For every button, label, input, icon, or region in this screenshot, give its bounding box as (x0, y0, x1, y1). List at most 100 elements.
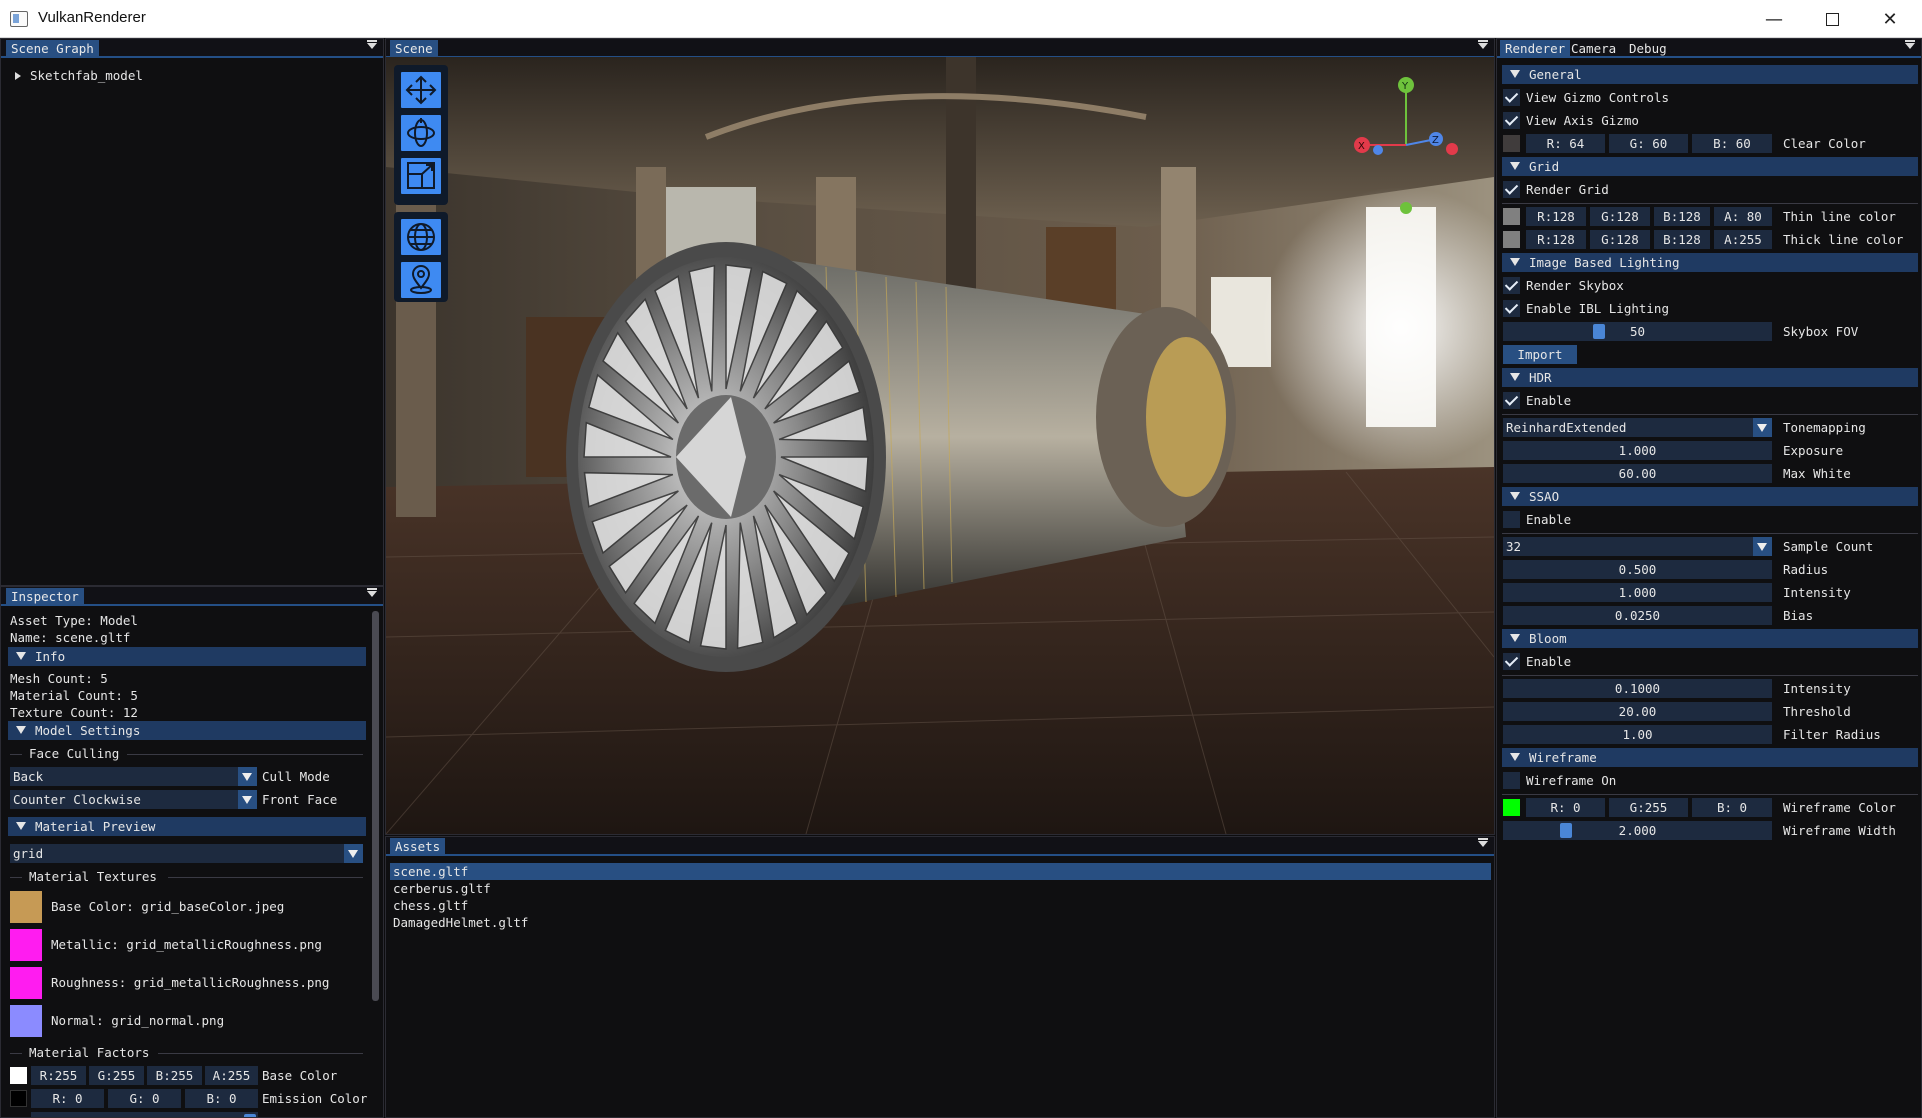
ssao-enable-checkbox[interactable] (1503, 511, 1520, 528)
view-gizmo-controls-checkbox[interactable] (1503, 89, 1520, 106)
thick-line-b-field[interactable]: B:128 (1654, 230, 1710, 249)
bloom-filter-radius-field[interactable]: 1.00 (1503, 725, 1772, 744)
clear-color-g-field[interactable]: G: 60 (1609, 134, 1688, 153)
maximize-button[interactable] (1803, 0, 1861, 38)
max-white-field[interactable]: 60.00 (1503, 464, 1772, 483)
tree-node-sketchfab-model[interactable]: Sketchfab_model (15, 66, 143, 85)
bloom-header[interactable]: Bloom (1502, 629, 1918, 648)
hdr-header[interactable]: HDR (1502, 368, 1918, 387)
wireframe-width-slider-grab[interactable] (1559, 823, 1572, 838)
close-button[interactable]: ✕ (1861, 0, 1919, 38)
model-settings-header[interactable]: Model Settings (8, 721, 366, 740)
material-preview-header[interactable]: Material Preview (8, 817, 366, 836)
skybox-fov-slider[interactable]: 50 (1503, 322, 1772, 341)
scene-viewport[interactable]: Y X Z (386, 57, 1494, 834)
panel-menu-icon[interactable] (1478, 838, 1488, 847)
base-color-swatch[interactable] (10, 1067, 27, 1084)
thick-line-a-field[interactable]: A:255 (1714, 230, 1772, 249)
wireframe-r-field[interactable]: R: 0 (1526, 798, 1605, 817)
tab-scene[interactable]: Scene (390, 40, 438, 57)
rotate-icon[interactable] (399, 113, 443, 153)
wireframe-header[interactable]: Wireframe (1502, 748, 1918, 767)
clear-color-swatch[interactable] (1503, 135, 1520, 152)
front-face-select[interactable]: Counter Clockwise (10, 790, 257, 809)
base-color-b-field[interactable]: B:255 (147, 1066, 202, 1085)
thick-line-color-swatch[interactable] (1503, 231, 1520, 248)
enable-ibl-checkbox[interactable] (1503, 300, 1520, 317)
tonemapping-select[interactable]: ReinhardExtended (1503, 418, 1772, 437)
roughness-texture-thumb[interactable] (10, 967, 42, 999)
bloom-intensity-field[interactable]: 0.1000 (1503, 679, 1772, 698)
hdr-enable-checkbox[interactable] (1503, 392, 1520, 409)
wireframe-width-slider[interactable]: 2.000 (1503, 821, 1772, 840)
base-color-r-field[interactable]: R:255 (31, 1066, 86, 1085)
panel-menu-icon[interactable] (367, 588, 377, 597)
globe-icon[interactable] (399, 217, 443, 257)
ssao-header[interactable]: SSAO (1502, 487, 1918, 506)
ssao-intensity-field[interactable]: 1.000 (1503, 583, 1772, 602)
thin-line-b-field[interactable]: B:128 (1654, 207, 1710, 226)
metallic-texture-thumb[interactable] (10, 929, 42, 961)
grid-header[interactable]: Grid (1502, 157, 1918, 176)
tab-camera[interactable]: Camera (1566, 40, 1621, 57)
sample-count-select[interactable]: 32 (1503, 537, 1772, 556)
emission-b-field[interactable]: B: 0 (185, 1089, 258, 1108)
thin-line-g-field[interactable]: G:128 (1590, 207, 1650, 226)
slider-grab[interactable] (244, 1114, 256, 1117)
clear-color-b-field[interactable]: B: 60 (1692, 134, 1772, 153)
bloom-enable-checkbox[interactable] (1503, 653, 1520, 670)
chevron-down-icon[interactable] (1753, 537, 1772, 556)
emission-r-field[interactable]: R: 0 (31, 1089, 104, 1108)
location-pin-icon[interactable] (399, 260, 443, 300)
base-color-a-field[interactable]: A:255 (205, 1066, 258, 1085)
view-axis-gizmo-checkbox[interactable] (1503, 112, 1520, 129)
cull-mode-select[interactable]: Back (10, 767, 257, 786)
scale-icon[interactable] (399, 156, 443, 196)
tab-renderer[interactable]: Renderer (1500, 40, 1571, 57)
ssao-bias-field[interactable]: 0.0250 (1503, 606, 1772, 625)
emission-g-field[interactable]: G: 0 (108, 1089, 181, 1108)
panel-menu-icon[interactable] (1478, 40, 1488, 49)
normal-texture-thumb[interactable] (10, 1005, 42, 1037)
emission-color-swatch[interactable] (10, 1090, 27, 1107)
info-header[interactable]: Info (8, 647, 366, 666)
panel-menu-icon[interactable] (1905, 40, 1915, 49)
chevron-down-icon[interactable] (238, 767, 257, 786)
exposure-field[interactable]: 1.000 (1503, 441, 1772, 460)
thin-line-a-field[interactable]: A: 80 (1714, 207, 1772, 226)
panel-menu-icon[interactable] (367, 40, 377, 49)
tab-assets[interactable]: Assets (390, 838, 446, 855)
skybox-fov-slider-grab[interactable] (1592, 324, 1605, 339)
tab-debug[interactable]: Debug (1624, 40, 1672, 57)
wireframe-g-field[interactable]: G:255 (1609, 798, 1688, 817)
thin-line-color-swatch[interactable] (1503, 208, 1520, 225)
tab-scene-graph[interactable]: Scene Graph (6, 40, 99, 57)
thin-line-r-field[interactable]: R:128 (1526, 207, 1586, 226)
minimize-button[interactable]: — (1745, 0, 1803, 38)
image-based-lighting-header[interactable]: Image Based Lighting (1502, 253, 1918, 272)
wireframe-color-swatch[interactable] (1503, 799, 1520, 816)
render-grid-checkbox[interactable] (1503, 181, 1520, 198)
ssao-radius-field[interactable]: 0.500 (1503, 560, 1772, 579)
material-select[interactable]: grid (10, 844, 363, 863)
chevron-down-icon[interactable] (1753, 418, 1772, 437)
chevron-down-icon[interactable] (344, 844, 363, 863)
asset-file-item[interactable]: DamagedHelmet.gltf (393, 913, 528, 932)
clear-color-r-field[interactable]: R: 64 (1526, 134, 1605, 153)
import-new-button[interactable]: Import New (1503, 345, 1577, 381)
tree-expand-icon[interactable] (15, 72, 21, 80)
partial-slider-field[interactable] (31, 1112, 258, 1117)
tab-inspector[interactable]: Inspector (6, 588, 84, 605)
inspector-scrollbar[interactable] (372, 611, 379, 1001)
base-color-texture-thumb[interactable] (10, 891, 42, 923)
render-skybox-checkbox[interactable] (1503, 277, 1520, 294)
chevron-down-icon[interactable] (238, 790, 257, 809)
general-header[interactable]: General (1502, 65, 1918, 84)
bloom-threshold-field[interactable]: 20.00 (1503, 702, 1772, 721)
move-icon[interactable] (399, 70, 443, 110)
thick-line-g-field[interactable]: G:128 (1590, 230, 1650, 249)
base-color-g-field[interactable]: G:255 (89, 1066, 144, 1085)
thick-line-r-field[interactable]: R:128 (1526, 230, 1586, 249)
wireframe-on-checkbox[interactable] (1503, 772, 1520, 789)
wireframe-b-field[interactable]: B: 0 (1692, 798, 1772, 817)
